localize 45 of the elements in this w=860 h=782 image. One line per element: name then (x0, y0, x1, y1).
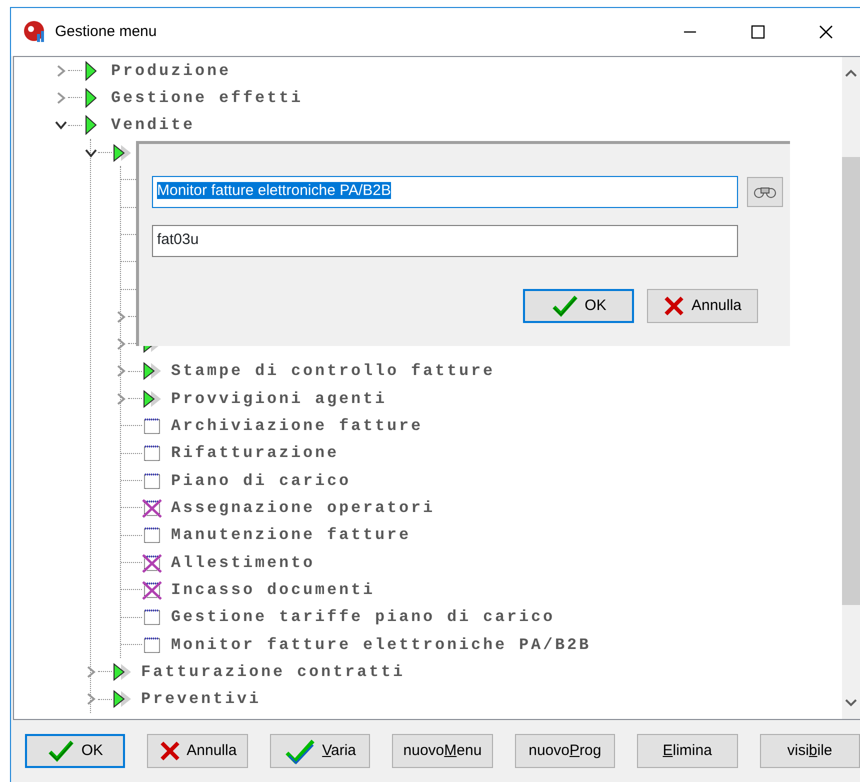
double-arrow-icon (112, 142, 132, 163)
action-button[interactable]: nuovoMenu (392, 734, 493, 768)
menu-item[interactable]: Preventivi (141, 687, 262, 712)
menu-item[interactable]: Monitor fatture elettroniche PA/B2B (171, 632, 592, 657)
action-button[interactable]: Varia (270, 734, 370, 768)
action-button[interactable]: visibile (760, 734, 860, 768)
action-button[interactable]: Elimina (637, 734, 738, 768)
binoculars-icon (753, 185, 777, 199)
double-arrow-icon (142, 361, 162, 382)
cancel-button[interactable]: Annulla (147, 734, 248, 768)
menu-item[interactable]: Piano di carico (171, 468, 352, 493)
double-check-icon (284, 737, 316, 765)
double-arrow-icon (112, 662, 132, 682)
minimize-icon (683, 31, 697, 33)
name-field[interactable]: Monitor fatture elettroniche PA/B2B (152, 176, 738, 208)
double-arrow-icon (112, 689, 132, 710)
check-icon (47, 739, 76, 763)
action-button[interactable]: nuovoProg (514, 734, 616, 768)
menu-item[interactable]: Stampe di controllo fatture (171, 359, 496, 384)
close-icon (819, 25, 833, 39)
menu-item[interactable]: Archiviazione fatture (171, 414, 424, 438)
binoculars-button[interactable] (747, 177, 783, 207)
menu-item[interactable]: Produzione (111, 58, 232, 83)
menu-item[interactable]: Provvigioni agenti (171, 386, 388, 411)
cross-icon (663, 295, 686, 317)
double-arrow-icon (142, 388, 162, 409)
menu-item[interactable]: Assegnazione operatori (171, 496, 436, 520)
menu-item[interactable]: Allestimento (171, 550, 316, 575)
menu-item[interactable]: Rifatturazione (171, 441, 340, 466)
check-icon (550, 294, 579, 318)
scrollbar-thumb[interactable] (842, 157, 860, 605)
app-icon (23, 20, 47, 44)
cross-icon (158, 740, 181, 762)
maximize-icon (751, 25, 765, 39)
cancel-button[interactable]: Annulla (647, 289, 758, 323)
ok-button[interactable]: OK (25, 734, 126, 768)
menu-item[interactable]: Fatturazione contratti (141, 660, 406, 684)
menu-item[interactable]: Gestione effetti (111, 86, 304, 110)
menu-item[interactable]: Incasso documenti (171, 578, 376, 602)
ok-button[interactable]: OK (523, 289, 634, 323)
window-title: Gestione menu (55, 22, 157, 42)
menu-item[interactable]: Manutenzione fatture (171, 523, 412, 548)
program-field[interactable]: fat03u (152, 225, 738, 257)
menu-item[interactable]: Gestione tariffe piano di carico (171, 605, 556, 630)
menu-item[interactable]: Vendite (111, 113, 196, 138)
